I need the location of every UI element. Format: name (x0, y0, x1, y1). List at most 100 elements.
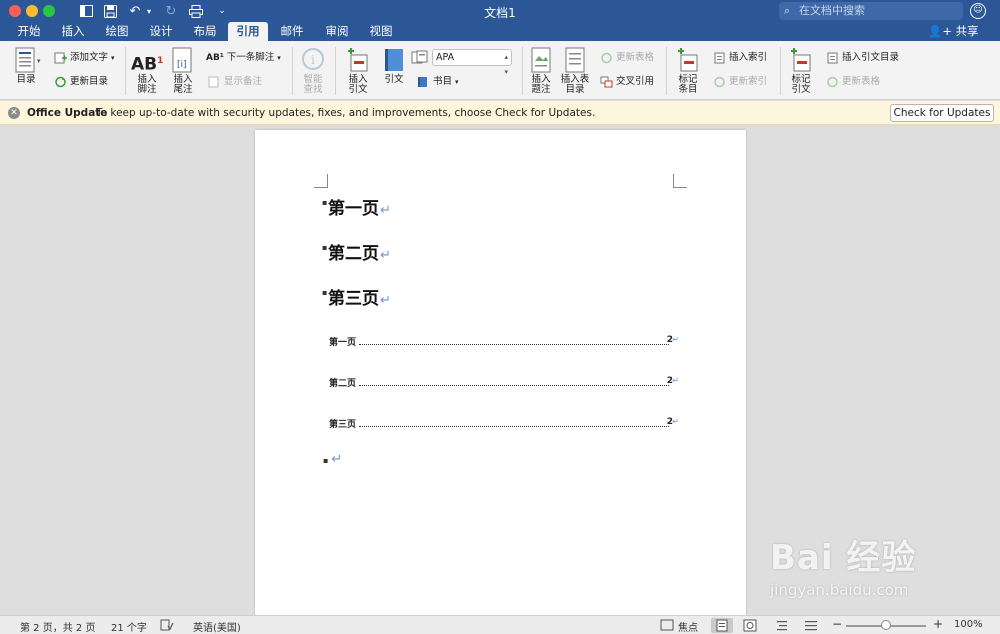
toc-icon (15, 47, 35, 73)
document-page[interactable]: ▪ 第一页↵ ▪ 第二页↵ ▪ 第三页↵ 第一页 2 ↵ 第二页 2 ↵ 第三页 2 … (255, 130, 746, 620)
print-layout-view-button[interactable] (711, 618, 733, 633)
toc-button[interactable]: 目录 (8, 47, 44, 85)
undo-dropdown-icon[interactable]: ▾ (144, 3, 154, 19)
share-button[interactable]: 👤+ 共享 (928, 22, 979, 41)
update-toc-button[interactable]: 更新目录 (54, 75, 108, 89)
outline-view-button[interactable] (771, 618, 793, 633)
proofing-icon[interactable] (160, 619, 174, 634)
mark-citation-button[interactable]: 标记 引文 (786, 47, 816, 95)
search-input[interactable]: ⌕ 在文档中搜索 (779, 2, 963, 20)
sidebar-toggle-icon[interactable] (78, 3, 94, 19)
mark-entry-button[interactable]: 标记 条目 (673, 47, 703, 95)
language-indicator[interactable]: 英语(美国) (193, 619, 241, 634)
tab-home[interactable]: 开始 (8, 22, 50, 41)
title-bar: ↶ ▾ ↻ ⌄ 文档1 ⌕ 在文档中搜索 ☺ (0, 0, 1000, 22)
tab-design[interactable]: 设计 (140, 22, 182, 41)
empty-paragraph[interactable]: ▪ ↵ (323, 452, 342, 467)
update-table-label: 更新表格 (616, 52, 655, 63)
cross-reference-label: 交叉引用 (616, 76, 655, 87)
zoom-out-icon[interactable]: − (832, 617, 842, 631)
feedback-smiley-icon[interactable]: ☺ (970, 3, 986, 19)
document-canvas[interactable]: ▪ 第一页↵ ▪ 第二页↵ ▪ 第三页↵ 第一页 2 ↵ 第二页 2 ↵ 第三页 2 … (0, 126, 1000, 620)
web-layout-view-button[interactable] (739, 618, 761, 633)
add-text-icon (54, 52, 67, 64)
zoom-window-button[interactable] (43, 5, 55, 17)
redo-icon[interactable]: ↻ (163, 3, 179, 19)
tab-view[interactable]: 视图 (360, 22, 402, 41)
tab-review[interactable]: 审阅 (316, 22, 358, 41)
manage-sources-icon[interactable] (411, 50, 429, 67)
toc-entry[interactable]: 第二页 2 ↵ (329, 376, 679, 390)
citation-style-select[interactable]: APA ▴ ▾ (432, 49, 512, 76)
mark-entry-label: 标记 条目 (678, 74, 698, 95)
smart-lookup-button[interactable]: i 智能 查找 (298, 47, 328, 95)
check-for-updates-button[interactable]: Check for Updates (890, 104, 994, 122)
heading-1[interactable]: ▪ 第一页↵ (322, 194, 391, 219)
close-window-button[interactable] (9, 5, 21, 17)
paragraph-mark: ↵ (672, 376, 679, 385)
search-icon: ⌕ (784, 4, 791, 17)
update-table-button[interactable]: 更新表格 (600, 51, 654, 65)
tab-mailings[interactable]: 邮件 (272, 22, 312, 41)
show-notes-button[interactable]: 显示备注 (208, 75, 262, 89)
customize-toolbar-icon[interactable]: ⌄ (216, 3, 228, 19)
bibliography-button[interactable]: 书目 ▾ (417, 75, 459, 89)
dismiss-update-icon[interactable]: ✕ (8, 107, 20, 119)
citations-book-icon (385, 49, 403, 71)
zoom-slider-handle[interactable] (881, 620, 891, 630)
save-icon[interactable] (102, 3, 118, 19)
focus-mode-icon[interactable] (660, 619, 674, 634)
add-text-button[interactable]: 添加文字 ▾ (54, 51, 115, 65)
heading-3[interactable]: ▪ 第三页↵ (322, 284, 391, 309)
zoom-level[interactable]: 100% (954, 619, 983, 630)
select-arrows-icon: ▴ ▾ (504, 53, 508, 76)
insert-index-label: 插入索引 (729, 52, 768, 63)
ribbon-separator (522, 47, 523, 95)
margin-corner-mark (673, 174, 687, 188)
insert-caption-button[interactable]: 插入 题注 (527, 47, 555, 95)
insert-endnote-button[interactable]: [i] 插入 尾注 (168, 47, 198, 95)
print-icon[interactable] (188, 3, 204, 19)
undo-icon[interactable]: ↶ (127, 3, 143, 19)
draft-view-button[interactable] (800, 618, 822, 633)
smart-lookup-label: 智能 查找 (303, 74, 323, 95)
focus-mode-label[interactable]: 焦点 (678, 619, 698, 634)
insert-table-of-figures-button[interactable]: 插入表 目录 (559, 47, 591, 95)
margin-corner-mark (314, 174, 328, 188)
minimize-window-button[interactable] (26, 5, 38, 17)
update-index-label: 更新索引 (729, 76, 768, 87)
tab-insert[interactable]: 插入 (52, 22, 94, 41)
update-table-icon (601, 52, 612, 64)
office-update-bar: ✕ Office Update To keep up-to-date with … (0, 101, 1000, 125)
tab-references[interactable]: 引用 (228, 22, 268, 41)
heading-2[interactable]: ▪ 第二页↵ (322, 239, 391, 264)
toc-entry[interactable]: 第三页 2 ↵ (329, 417, 679, 431)
show-notes-icon (208, 76, 219, 88)
insert-index-button[interactable]: 插入索引 (713, 51, 767, 65)
mark-citation-label: 标记 引文 (791, 74, 811, 95)
cross-reference-button[interactable]: 交叉引用 (600, 75, 654, 89)
next-footnote-icon: AB¹ (206, 53, 224, 63)
page-count[interactable]: 第 2 页，共 2 页 (20, 619, 95, 634)
insert-table-of-authorities-button[interactable]: 插入引文目录 (826, 51, 899, 65)
tab-draw[interactable]: 绘图 (96, 22, 138, 41)
toc-entry[interactable]: 第一页 2 ↵ (329, 335, 679, 349)
insert-index-icon (714, 52, 725, 64)
zoom-in-icon[interactable]: + (933, 617, 943, 631)
tab-layout[interactable]: 布局 (184, 22, 226, 41)
insert-footnote-button[interactable]: AB1 插入 脚注 (131, 49, 163, 95)
insert-endnote-label: 插入 尾注 (173, 74, 193, 95)
citations-button[interactable]: 引文 (379, 47, 409, 85)
ribbon-separator (292, 47, 293, 95)
toc-dropdown-icon[interactable]: ▾ (37, 57, 41, 65)
next-footnote-button[interactable]: AB¹ 下一条脚注 ▾ (206, 51, 281, 65)
add-text-label: 添加文字 (70, 52, 109, 63)
document-title: 文档1 (484, 6, 516, 20)
update-index-button[interactable]: 更新索引 (713, 75, 767, 89)
search-placeholder: 在文档中搜索 (799, 4, 865, 17)
word-count[interactable]: 21 个字 (111, 619, 147, 634)
svg-text:i: i (311, 53, 315, 67)
update-table-authorities-button[interactable]: 更新表格 (826, 75, 880, 89)
insert-table-of-figures-label: 插入表 目录 (560, 74, 590, 95)
insert-citation-button[interactable]: 插入 引文 (343, 47, 373, 95)
